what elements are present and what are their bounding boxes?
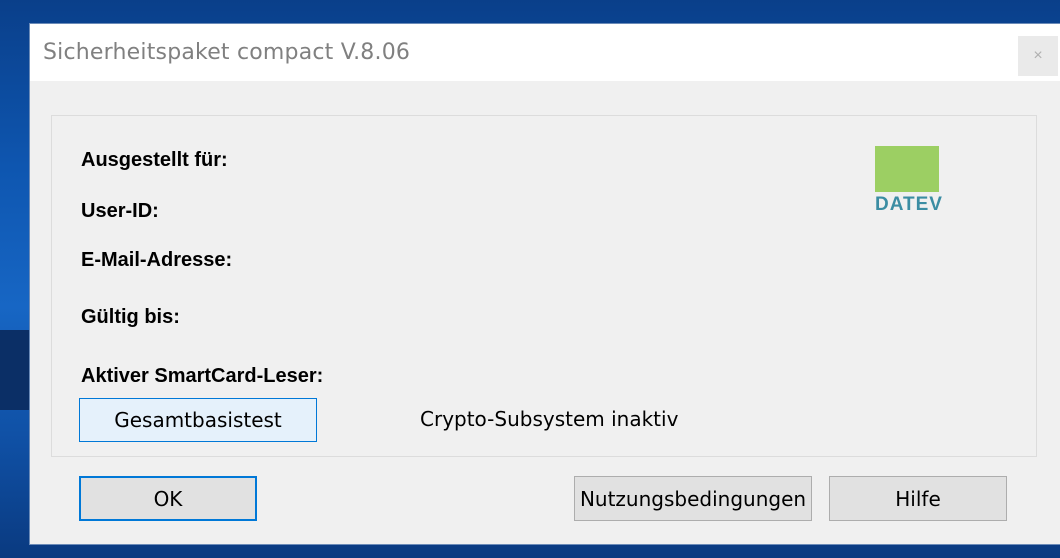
datev-logo-square [875, 146, 939, 192]
valid-until-label: Gültig bis: [81, 306, 180, 328]
close-button[interactable]: × [1018, 36, 1058, 76]
datev-logo: DATEV [875, 146, 943, 215]
close-icon: × [1033, 47, 1043, 64]
help-button[interactable]: Hilfe [829, 476, 1007, 521]
gesamtbasistest-button[interactable]: Gesamtbasistest [79, 398, 317, 442]
terms-button[interactable]: Nutzungsbedingungen [574, 476, 812, 521]
datev-logo-text: DATEV [875, 194, 943, 215]
title-bar[interactable]: Sicherheitspaket compact V.8.06 × [30, 24, 1060, 81]
desktop-background [0, 330, 30, 410]
gesamtbasistest-button-label: Gesamtbasistest [114, 408, 282, 432]
active-reader-label: Aktiver SmartCard-Leser: [81, 365, 324, 387]
dialog-window: Sicherheitspaket compact V.8.06 × Ausges… [30, 24, 1060, 544]
email-label: E-Mail-Adresse: [81, 249, 233, 271]
terms-button-label: Nutzungsbedingungen [579, 486, 807, 511]
window-title: Sicherheitspaket compact V.8.06 [43, 40, 411, 65]
user-id-label: User-ID: [81, 200, 159, 222]
ok-button[interactable]: OK [79, 476, 257, 521]
issued-for-label: Ausgestellt für: [81, 149, 228, 171]
help-button-label: Hilfe [895, 486, 941, 511]
ok-button-label: OK [153, 486, 183, 511]
crypto-status-text: Crypto-Subsystem inaktiv [420, 407, 679, 431]
